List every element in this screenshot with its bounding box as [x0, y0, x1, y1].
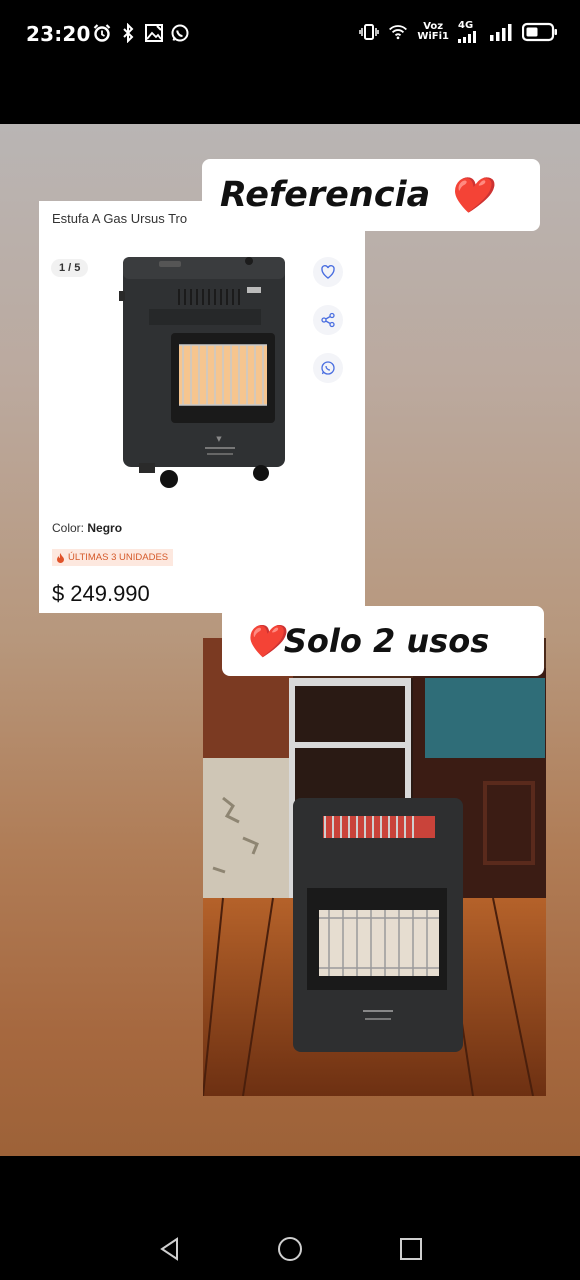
- voz-wifi-icon: Voz WiFi1: [417, 20, 449, 42]
- back-icon[interactable]: [157, 1236, 183, 1262]
- image-pager: 1 / 5: [51, 259, 89, 277]
- navigation-bar: [0, 1156, 580, 1280]
- whatsapp-icon: [171, 24, 189, 42]
- status-time: 23:20: [26, 22, 91, 46]
- voz-label: Voz: [423, 20, 444, 32]
- heater-photo: [203, 638, 546, 1096]
- solo-usos-sticker: ❤️ Solo 2 usos: [222, 606, 544, 676]
- product-price: $249.990: [52, 581, 150, 607]
- gallery-icon: [145, 24, 163, 42]
- alarm-icon: [93, 24, 111, 42]
- battery-icon: [522, 22, 557, 41]
- color-row: Color: Negro: [52, 521, 122, 535]
- heart-emoji: ❤️: [244, 622, 284, 660]
- favorite-button[interactable]: [313, 257, 343, 287]
- bluetooth-icon: [123, 23, 134, 43]
- status-bar: 23:20 Voz WiFi1 4G: [0, 0, 580, 70]
- referencia-text: Referencia: [220, 175, 431, 215]
- wifi1-label: WiFi1: [417, 30, 449, 42]
- product-title: Estufa A Gas Ursus Tro: [52, 211, 188, 226]
- heart-emoji: ❤️: [448, 175, 492, 216]
- vibrate-icon: [359, 23, 380, 40]
- heater-product-image: ▼: [119, 257, 285, 488]
- signal-bars-4g: [458, 31, 476, 43]
- currency-symbol: $: [52, 581, 65, 606]
- room-photo: [203, 638, 546, 1096]
- svg-text:▼: ▼: [216, 435, 222, 443]
- cellular-4g-icon: 4G: [458, 20, 480, 43]
- network-type: 4G: [458, 20, 474, 31]
- recents-icon[interactable]: [398, 1236, 424, 1262]
- referencia-sticker: Referencia ❤️: [202, 159, 540, 231]
- price-value: 249.990: [70, 581, 150, 606]
- whatsapp-icon: [321, 361, 335, 375]
- color-label: Color:: [52, 521, 85, 535]
- share-icon: [321, 312, 335, 328]
- story-content[interactable]: Estufa A Gas Ursus Tro 1 / 5 ▼ Color: Ne…: [0, 124, 580, 1156]
- status-left-icons: [92, 23, 190, 43]
- heart-icon: [321, 264, 335, 279]
- status-right-icons: Voz WiFi1 4G: [359, 20, 558, 43]
- home-icon[interactable]: [277, 1236, 303, 1262]
- stock-badge-text: ÚLTIMAS 3 UNIDADES: [68, 552, 169, 563]
- stock-badge: ÚLTIMAS 3 UNIDADES: [52, 549, 174, 566]
- whatsapp-share-button[interactable]: [313, 353, 343, 383]
- color-value: Negro: [87, 521, 123, 535]
- solo-usos-text: Solo 2 usos: [283, 622, 490, 660]
- wifi-icon: [389, 24, 408, 39]
- cellular-icon: [490, 23, 512, 41]
- share-button[interactable]: [313, 305, 343, 335]
- product-card: Estufa A Gas Ursus Tro 1 / 5 ▼ Color: Ne…: [39, 201, 365, 613]
- fire-icon: [57, 552, 64, 563]
